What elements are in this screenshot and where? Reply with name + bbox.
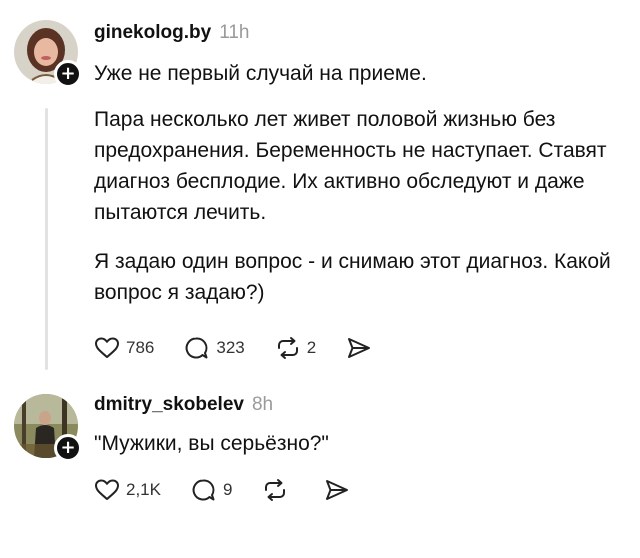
post-header: dmitry_skobelev 8h xyxy=(94,394,273,416)
avatar-ginekolog[interactable]: + xyxy=(14,20,82,88)
comment-button[interactable]: 9 xyxy=(191,478,232,502)
post-header: ginekolog.by 11h xyxy=(94,22,249,44)
username[interactable]: ginekolog.by xyxy=(94,22,211,44)
like-button[interactable]: 786 xyxy=(94,336,154,360)
post-text-paragraph-2: Пара несколько лет живет половой жизнью … xyxy=(94,108,607,224)
thread-line xyxy=(45,108,48,370)
comment-bubble-icon xyxy=(185,337,208,359)
comment-bubble-icon xyxy=(192,479,215,501)
send-icon xyxy=(326,480,349,500)
post-ginekolog: + ginekolog.by 11h Уже не первый случай … xyxy=(0,0,640,382)
repost-arrows-icon xyxy=(265,479,286,501)
like-button[interactable]: 2,1K xyxy=(94,478,161,502)
like-count: 2,1K xyxy=(126,480,161,499)
repost-arrows-icon xyxy=(277,337,298,359)
post-dmitry: + dmitry_skobelev 8h "Мужики, вы серьёзн… xyxy=(0,382,640,558)
repost-button[interactable] xyxy=(262,478,294,502)
post-text-line-1: Уже не первый случай на приеме. xyxy=(94,62,427,85)
share-button[interactable] xyxy=(346,336,372,360)
comment-count: 9 xyxy=(222,480,233,499)
timestamp: 11h xyxy=(219,22,250,43)
send-icon xyxy=(348,338,371,358)
share-button[interactable] xyxy=(324,478,350,502)
comment-count: 323 xyxy=(216,338,245,357)
action-bar: 2,1K 9 xyxy=(94,478,380,502)
repost-button[interactable]: 2 xyxy=(275,336,316,360)
follow-plus-icon[interactable]: + xyxy=(54,60,82,88)
post-text-line-1: "Мужики, вы серьёзно?" xyxy=(94,432,329,455)
username[interactable]: dmitry_skobelev xyxy=(94,394,244,416)
repost-count: 2 xyxy=(306,338,317,357)
post-text-paragraph-3: Я задаю один вопрос - и снимаю этот диаг… xyxy=(94,250,611,304)
heart-icon xyxy=(95,337,119,358)
action-bar: 786 323 2 xyxy=(94,336,402,360)
comment-button[interactable]: 323 xyxy=(184,336,245,360)
follow-plus-icon[interactable]: + xyxy=(54,434,82,462)
timestamp: 8h xyxy=(251,394,274,415)
avatar-dmitry[interactable]: + xyxy=(14,394,82,462)
heart-icon xyxy=(95,479,119,500)
like-count: 786 xyxy=(126,338,155,357)
